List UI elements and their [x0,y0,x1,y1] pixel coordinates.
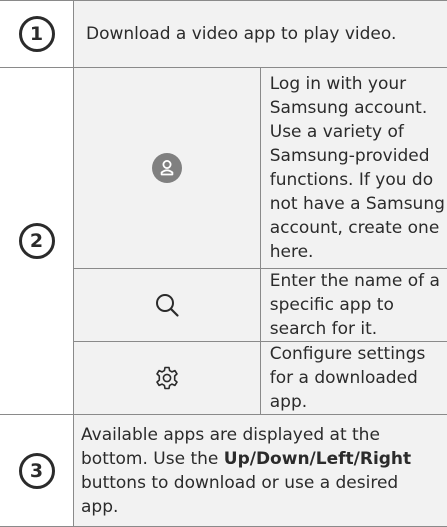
number-badge: 1 [19,16,55,52]
direction-buttons-label: Up/Down/Left/Right [224,449,411,469]
table-row: 3 Available apps are displayed at the bo… [0,415,447,527]
number-badge: 3 [19,453,55,489]
account-icon [152,153,182,183]
table-row: 2 Log in with your Samsung account. Use … [0,68,447,269]
description-cell: Download a video app to play video. [74,1,447,68]
number-badge: 2 [19,223,55,259]
feature-table: 1 Download a video app to play video. 2 … [0,0,447,527]
icon-cell [74,342,261,415]
search-icon [154,292,180,318]
description-text: buttons to download or use a desired app… [81,473,398,517]
description-cell: Log in with your Samsung account. Use a … [260,68,447,269]
number-cell: 2 [0,68,74,415]
icon-cell [74,269,261,342]
table-row: 1 Download a video app to play video. [0,1,447,68]
description-cell: Enter the name of a specific app to sear… [260,269,447,342]
gear-icon [154,365,180,391]
description-cell: Available apps are displayed at the bott… [74,415,447,527]
number-cell: 1 [0,1,74,68]
icon-cell [74,68,261,269]
description-cell: Configure settings for a downloaded app. [260,342,447,415]
number-cell: 3 [0,415,74,527]
